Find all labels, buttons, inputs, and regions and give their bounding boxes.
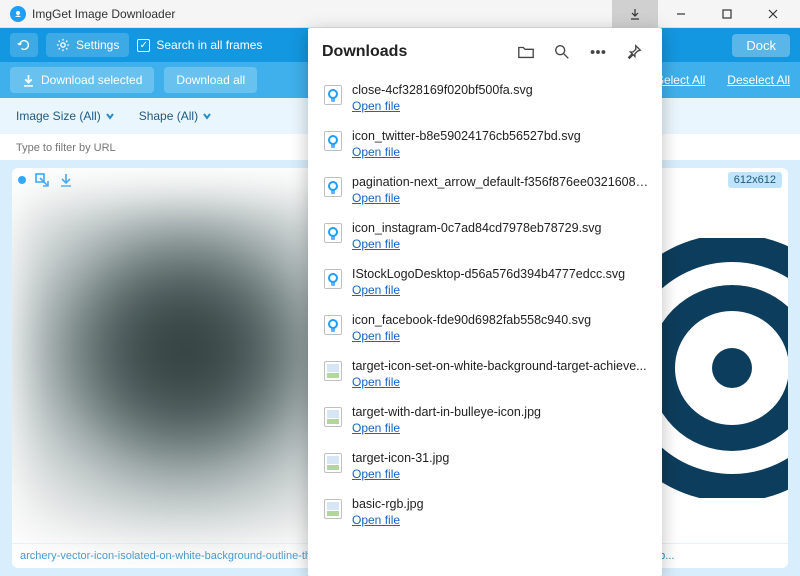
image-file-icon (324, 499, 342, 519)
download-item[interactable]: IStockLogoDesktop-d56a576d394b4777edcc.s… (320, 260, 658, 306)
downloads-popup-header: Downloads (308, 28, 662, 76)
checkbox-icon (137, 39, 150, 52)
chevron-down-icon (105, 111, 115, 121)
open-file-link[interactable]: Open file (352, 143, 400, 161)
download-selected-label: Download selected (41, 73, 142, 87)
svg-file-icon (324, 223, 342, 243)
download-filename: target-with-dart-in-bulleye-icon.jpg (352, 405, 654, 419)
open-file-link[interactable]: Open file (352, 511, 400, 529)
settings-label: Settings (76, 38, 119, 52)
window-title: ImgGet Image Downloader (32, 7, 175, 21)
download-filename: icon_facebook-fde90d6982fab558c940.svg (352, 313, 654, 327)
download-item[interactable]: icon_facebook-fde90d6982fab558c940.svgOp… (320, 306, 658, 352)
download-all-label: Download all (176, 73, 245, 87)
chevron-down-icon (202, 111, 212, 121)
open-file-link[interactable]: Open file (352, 189, 400, 207)
open-file-link[interactable]: Open file (352, 97, 400, 115)
close-button[interactable] (750, 0, 796, 28)
download-all-button[interactable]: Download all (164, 67, 257, 93)
folder-icon (517, 43, 535, 61)
search-all-frames-label: Search in all frames (156, 38, 262, 52)
pin-icon (625, 43, 643, 61)
downloads-list[interactable]: close-4cf328169f020bf500fa.svgOpen filei… (308, 76, 662, 576)
deselect-all-link[interactable]: Deselect All (727, 73, 790, 87)
download-item[interactable]: basic-rgb.jpgOpen file (320, 490, 658, 536)
open-file-link[interactable]: Open file (352, 327, 400, 345)
titlebar: ImgGet Image Downloader (0, 0, 800, 28)
image-size-label: Image Size (All) (16, 109, 101, 123)
settings-button[interactable]: Settings (46, 33, 129, 57)
shape-dropdown[interactable]: Shape (All) (139, 109, 212, 123)
search-all-frames-checkbox[interactable]: Search in all frames (137, 38, 262, 52)
titlebar-download-button[interactable] (612, 0, 658, 28)
download-icon (22, 74, 35, 87)
gear-icon (56, 38, 70, 52)
download-filename: icon_twitter-b8e59024176cb56527bd.svg (352, 129, 654, 143)
open-file-link[interactable]: Open file (352, 281, 400, 299)
download-filename: basic-rgb.jpg (352, 497, 654, 511)
svg-file-icon (324, 85, 342, 105)
dimensions-badge: 612x612 (728, 172, 782, 188)
download-item[interactable]: icon_instagram-0c7ad84cd7978eb78729.svgO… (320, 214, 658, 260)
maximize-button[interactable] (704, 0, 750, 28)
downloads-title: Downloads (322, 43, 504, 61)
image-file-icon (324, 361, 342, 381)
open-file-link[interactable]: Open file (352, 235, 400, 253)
open-external-icon[interactable] (34, 172, 50, 188)
select-all-link[interactable]: Select All (656, 73, 705, 87)
download-icon[interactable] (58, 172, 74, 188)
image-file-icon (324, 453, 342, 473)
search-icon (553, 43, 571, 61)
download-filename: icon_instagram-0c7ad84cd7978eb78729.svg (352, 221, 654, 235)
dock-button[interactable]: Dock (732, 34, 790, 57)
dock-label: Dock (746, 38, 776, 53)
shape-label: Shape (All) (139, 109, 198, 123)
download-item[interactable]: pagination-next_arrow_default-f356f876ee… (320, 168, 658, 214)
refresh-button[interactable] (10, 33, 38, 57)
ellipsis-icon (589, 43, 607, 61)
download-filename: target-icon-31.jpg (352, 451, 654, 465)
download-item[interactable]: close-4cf328169f020bf500fa.svgOpen file (320, 76, 658, 122)
download-item[interactable]: target-icon-set-on-white-background-targ… (320, 352, 658, 398)
search-downloads-button[interactable] (548, 38, 576, 66)
svg-file-icon (324, 131, 342, 151)
download-item[interactable]: target-icon-31.jpgOpen file (320, 444, 658, 490)
download-selected-button[interactable]: Download selected (10, 67, 154, 93)
svg-file-icon (324, 177, 342, 197)
open-file-link[interactable]: Open file (352, 465, 400, 483)
open-file-link[interactable]: Open file (352, 419, 400, 437)
svg-file-icon (324, 315, 342, 335)
download-item[interactable]: target-with-dart-in-bulleye-icon.jpgOpen… (320, 398, 658, 444)
download-item[interactable]: icon_twitter-b8e59024176cb56527bd.svgOpe… (320, 122, 658, 168)
minimize-button[interactable] (658, 0, 704, 28)
downloads-popup: Downloads close-4cf328169f020bf500fa.svg… (308, 28, 662, 576)
download-filename: IStockLogoDesktop-d56a576d394b4777edcc.s… (352, 267, 654, 281)
open-folder-button[interactable] (512, 38, 540, 66)
app-logo-icon (10, 6, 26, 22)
download-filename: target-icon-set-on-white-background-targ… (352, 359, 654, 373)
download-filename: pagination-next_arrow_default-f356f876ee… (352, 175, 654, 189)
image-size-dropdown[interactable]: Image Size (All) (16, 109, 115, 123)
more-button[interactable] (584, 38, 612, 66)
image-file-icon (324, 407, 342, 427)
selected-indicator-icon (18, 176, 26, 184)
pin-button[interactable] (620, 38, 648, 66)
download-filename: close-4cf328169f020bf500fa.svg (352, 83, 654, 97)
open-file-link[interactable]: Open file (352, 373, 400, 391)
svg-file-icon (324, 269, 342, 289)
